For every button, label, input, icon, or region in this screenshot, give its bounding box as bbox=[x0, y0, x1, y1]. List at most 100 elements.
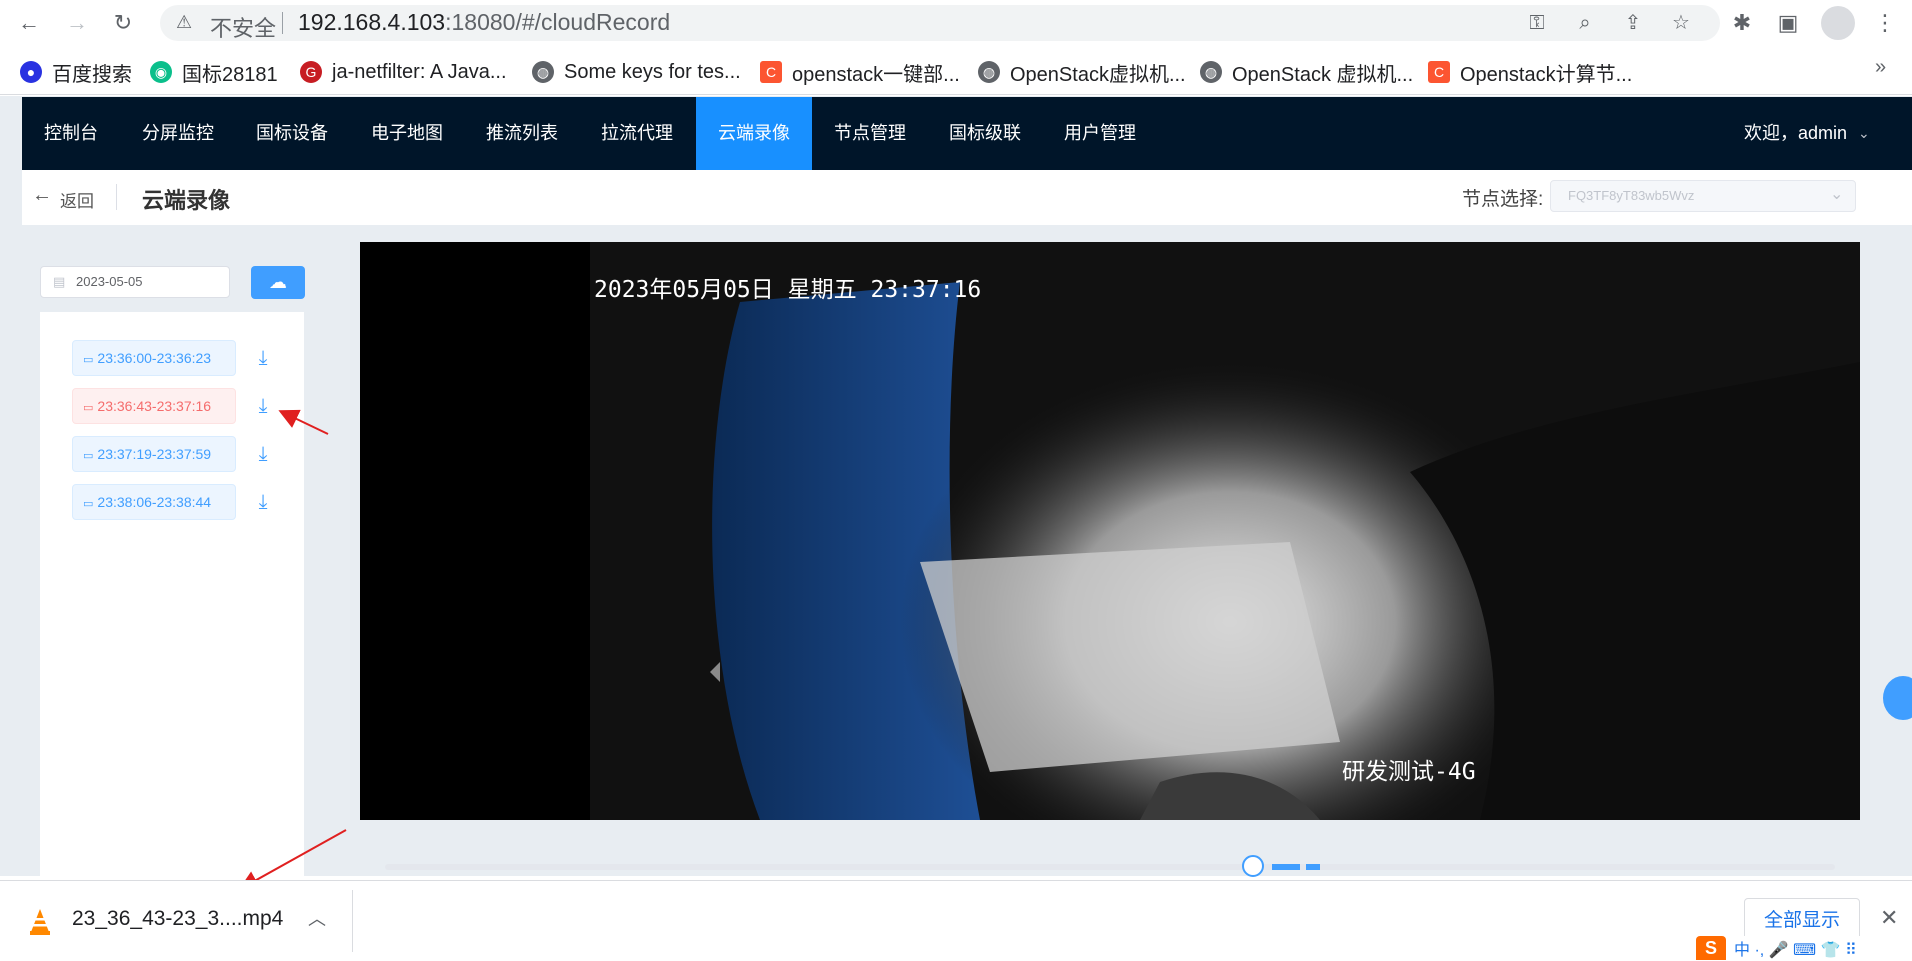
video-timestamp-overlay: 2023年05月05日 星期五 23:37:16 bbox=[594, 277, 982, 303]
video-frame bbox=[360, 242, 1860, 820]
close-icon[interactable]: ✕ bbox=[1880, 905, 1898, 931]
nav-item-gb-devices[interactable]: 国标设备 bbox=[234, 97, 350, 170]
url-path: :18080/#/cloudRecord bbox=[445, 9, 671, 35]
bookmark-label: Openstack计算节... bbox=[1460, 63, 1633, 86]
forward-icon[interactable]: → bbox=[62, 8, 92, 38]
top-navigation: 控制台 分屏监控 国标设备 电子地图 推流列表 拉流代理 云端录像 节点管理 国… bbox=[22, 97, 1912, 170]
share-icon[interactable]: ⇪ bbox=[1620, 10, 1646, 36]
download-icon[interactable]: ⤓ bbox=[252, 394, 274, 418]
video-camera-icon: ▭ bbox=[83, 402, 94, 414]
nav-item-node-manage[interactable]: 节点管理 bbox=[812, 97, 928, 170]
bookmark-item[interactable]: C Openstack计算节... bbox=[1428, 57, 1632, 87]
timeline-handle[interactable] bbox=[1242, 855, 1264, 877]
side-panel-icon[interactable]: ▣ bbox=[1773, 8, 1803, 38]
vlc-file-icon bbox=[30, 909, 50, 935]
globe-icon: ◍ bbox=[1200, 61, 1222, 83]
key-icon[interactable]: ⚿ bbox=[1524, 10, 1550, 36]
cloud-icon: ☁ bbox=[269, 272, 287, 292]
ime-status: 中 ·, 🎤 ⌨ 👕 ⠿ bbox=[1734, 942, 1857, 959]
video-camera-icon: ▭ bbox=[83, 354, 94, 366]
back-arrow-icon[interactable]: ← bbox=[32, 184, 52, 207]
back-button[interactable]: 返回 bbox=[60, 187, 94, 212]
record-item[interactable]: ▭ 23:36:43-23:37:16 bbox=[72, 388, 236, 424]
download-icon[interactable]: ⤓ bbox=[252, 442, 274, 466]
bookmarks-bar: ● 百度搜索 ◉ 国标28181 Gja-netfilter: A Java... … bbox=[0, 50, 1912, 95]
record-item[interactable]: ▭ 23:38:06-23:38:44 bbox=[72, 484, 236, 520]
timeline-track[interactable] bbox=[385, 864, 1835, 870]
chevron-up-icon[interactable]: ︿ bbox=[308, 905, 326, 931]
globe-icon: ◍ bbox=[532, 61, 554, 83]
record-range: 23:36:00-23:36:23 bbox=[97, 350, 212, 366]
record-item[interactable]: ▭ 23:37:19-23:37:59 bbox=[72, 436, 236, 472]
bookmark-label: 百度搜索 bbox=[52, 63, 132, 86]
bookmark-label: OpenStack 虚拟机... bbox=[1232, 63, 1414, 86]
sogou-ime-icon[interactable]: S bbox=[1696, 936, 1726, 960]
bookmark-star-icon[interactable]: ☆ bbox=[1668, 10, 1694, 36]
bookmark-item[interactable]: ◉ 国标28181 bbox=[150, 57, 278, 87]
video-player[interactable] bbox=[360, 242, 1860, 820]
bookmark-item[interactable]: Copenstack一键部... bbox=[760, 57, 960, 87]
bookmark-label: OpenStack虚拟机... bbox=[1010, 63, 1186, 86]
bookmark-label: openstack一键部... bbox=[792, 63, 960, 86]
record-item[interactable]: ▭ 23:36:00-23:36:23 bbox=[72, 340, 236, 376]
insecure-label[interactable]: 不安全 bbox=[210, 11, 276, 43]
header-divider bbox=[116, 184, 117, 210]
video-camera-label: 研发测试-4G bbox=[1342, 759, 1476, 785]
node-select-value: FQ3TF8yT83wb5Wvz bbox=[1568, 188, 1695, 203]
bookmark-item[interactable]: Gja-netfilter: A Java... bbox=[300, 57, 507, 87]
record-range: 23:37:19-23:37:59 bbox=[97, 446, 212, 462]
shelf-divider bbox=[352, 890, 353, 952]
nav-item-gb-cascade[interactable]: 国标级联 bbox=[927, 97, 1043, 170]
chevron-down-icon[interactable]: ⌄ bbox=[1830, 184, 1843, 204]
bookmark-label: Some keys for tes... bbox=[564, 60, 741, 83]
page-title: 云端录像 bbox=[142, 188, 231, 213]
back-icon[interactable]: ← bbox=[14, 8, 44, 38]
video-camera-icon: ▭ bbox=[83, 498, 94, 510]
nav-item-map[interactable]: 电子地图 bbox=[349, 97, 465, 170]
address-divider bbox=[282, 12, 283, 34]
nav-item-split-monitor[interactable]: 分屏监控 bbox=[120, 97, 236, 170]
url-text[interactable]: 192.168.4.103:18080/#/cloudRecord bbox=[298, 9, 670, 36]
timeline-record-segment bbox=[1272, 864, 1300, 870]
chevron-down-icon[interactable]: ⌄ bbox=[1858, 97, 1870, 170]
download-filename[interactable]: 23_36_43-23_3....mp4 bbox=[72, 907, 283, 931]
gitee-icon: G bbox=[300, 61, 322, 83]
baidu-icon: ● bbox=[20, 61, 42, 83]
globe-icon: ◍ bbox=[978, 61, 1000, 83]
download-icon[interactable]: ⤓ bbox=[252, 490, 274, 514]
record-range: 23:38:06-23:38:44 bbox=[97, 494, 212, 510]
timeline-record-segment bbox=[1306, 864, 1320, 870]
nav-item-cloud-record[interactable]: 云端录像 bbox=[696, 97, 812, 170]
video-camera-icon: ▭ bbox=[83, 450, 94, 462]
download-icon[interactable]: ⤓ bbox=[252, 346, 274, 370]
menu-kebab-icon[interactable]: ⋮ bbox=[1870, 8, 1900, 38]
bookmark-item[interactable]: ◍ OpenStack 虚拟机... bbox=[1200, 57, 1413, 87]
download-shelf bbox=[0, 880, 1912, 961]
calendar-icon: ▤ bbox=[53, 274, 66, 289]
ime-toolbar[interactable]: 中 ·, 🎤 ⌨ 👕 ⠿ bbox=[1694, 936, 1912, 960]
csdn-icon: C bbox=[760, 61, 782, 83]
node-select-label: 节点选择: bbox=[1462, 189, 1544, 210]
bookmarks-overflow-icon[interactable]: » bbox=[1875, 56, 1886, 79]
cloud-search-button[interactable]: ☁ bbox=[251, 266, 305, 299]
extensions-icon[interactable]: ✱ bbox=[1727, 8, 1757, 38]
zoom-icon[interactable]: ⌕ bbox=[1572, 10, 1598, 36]
bookmark-item[interactable]: ◍ OpenStack虚拟机... bbox=[978, 57, 1186, 87]
bookmark-item[interactable]: ◍ Some keys for tes... bbox=[532, 57, 741, 87]
gb-icon: ◉ bbox=[150, 61, 172, 83]
bookmark-label: 国标28181 bbox=[182, 63, 278, 86]
url-host: 192.168.4.103 bbox=[298, 9, 446, 35]
csdn-icon: C bbox=[1428, 61, 1450, 83]
date-value: 2023-05-05 bbox=[76, 274, 143, 289]
user-menu[interactable]: 欢迎，admin bbox=[1744, 97, 1847, 170]
nav-item-push-list[interactable]: 推流列表 bbox=[464, 97, 580, 170]
nav-item-user-manage[interactable]: 用户管理 bbox=[1042, 97, 1158, 170]
reload-icon[interactable]: ↻ bbox=[108, 8, 138, 38]
record-range: 23:36:43-23:37:16 bbox=[97, 398, 212, 414]
profile-avatar[interactable] bbox=[1821, 6, 1855, 40]
bookmark-item[interactable]: ● 百度搜索 bbox=[20, 57, 132, 87]
warning-icon[interactable]: ⚠ bbox=[176, 12, 192, 33]
bookmark-label: ja-netfilter: A Java... bbox=[332, 60, 507, 83]
nav-item-pull-proxy[interactable]: 拉流代理 bbox=[579, 97, 695, 170]
nav-item-dashboard[interactable]: 控制台 bbox=[22, 97, 120, 170]
